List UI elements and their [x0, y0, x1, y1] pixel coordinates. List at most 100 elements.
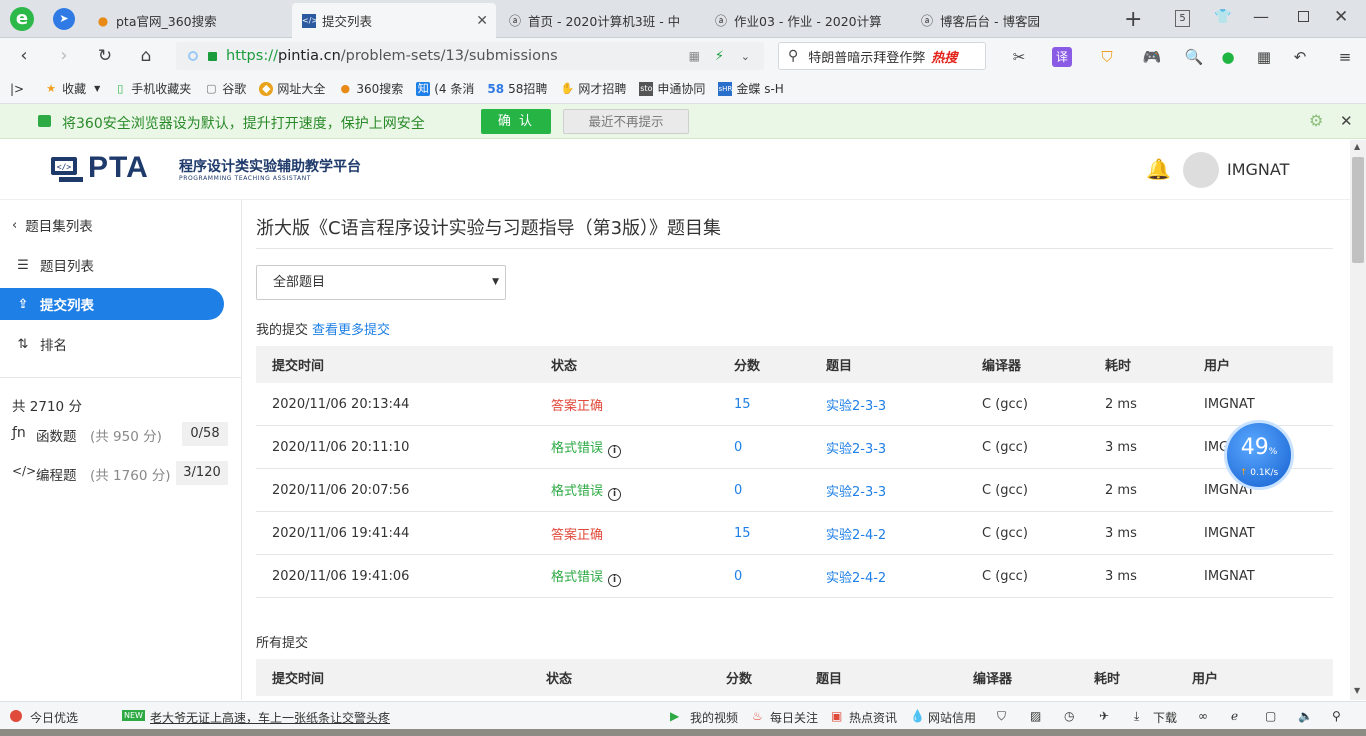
tab-homework[interactable]: ⓐ 作业03 - 作业 - 2020计算: [704, 3, 908, 38]
network-speed-widget[interactable]: 49% ↑ 0.1K/s: [1224, 420, 1294, 490]
logo-text[interactable]: PTA: [88, 151, 149, 185]
skin-icon[interactable]: 👕: [1214, 9, 1231, 25]
back-icon[interactable]: ‹: [12, 44, 36, 68]
zoom-icon[interactable]: ⚲: [1332, 709, 1341, 723]
translate-icon[interactable]: 译: [1052, 47, 1072, 67]
sidebar-item-problems[interactable]: ☰ 题目列表: [0, 249, 224, 281]
cell-score[interactable]: 0: [734, 440, 742, 455]
cell-score[interactable]: 0: [734, 569, 742, 584]
reload-icon[interactable]: ↻: [93, 44, 117, 68]
home-icon[interactable]: ⌂: [134, 44, 158, 68]
sidebar-toggle-icon[interactable]: |>: [10, 82, 24, 96]
username[interactable]: IMGNAT: [1227, 160, 1289, 179]
scrollbar-thumb[interactable]: [1352, 157, 1364, 263]
settings-gear-icon[interactable]: ⚙: [1309, 111, 1323, 130]
cell-status[interactable]: 格式错误 i: [551, 480, 622, 501]
shield-icon[interactable]: ⛉: [1097, 47, 1117, 67]
menu-icon[interactable]: ≡: [1335, 47, 1355, 67]
qr-code-icon[interactable]: ▦: [689, 49, 700, 63]
sidebar-item-back[interactable]: ‹ 题目集列表: [0, 209, 224, 241]
close-infobar-icon[interactable]: ✕: [1340, 112, 1353, 130]
status-daily-focus[interactable]: 每日关注: [770, 709, 818, 726]
minimize-icon[interactable]: —: [1253, 7, 1269, 26]
address-bar[interactable]: https://pintia.cn/problem-sets/13/submis…: [176, 42, 764, 70]
bookmark-zhihu[interactable]: 知 (4 条消: [416, 80, 474, 97]
image-icon[interactable]: ▨: [1030, 709, 1041, 723]
bookmark-kingdee[interactable]: sHR 金蝶 s-H: [718, 80, 784, 97]
download-icon[interactable]: ⤓: [1134, 709, 1139, 724]
apps-grid-icon[interactable]: ▦: [1254, 47, 1274, 67]
cell-problem[interactable]: 实验2-3-3: [826, 481, 886, 500]
glasses-icon[interactable]: ∞: [1198, 709, 1208, 723]
browser-logo-icon[interactable]: e: [10, 7, 34, 31]
info-icon[interactable]: i: [608, 487, 622, 501]
cell-problem[interactable]: 实验2-4-2: [826, 567, 886, 586]
bookmark-google[interactable]: ▢ 谷歌: [204, 80, 246, 97]
tab-homepage[interactable]: ⓐ 首页 - 2020计算机3班 - 中: [498, 3, 702, 38]
navigate-icon[interactable]: ➤: [53, 8, 75, 30]
cell-problem[interactable]: 实验2-3-3: [826, 395, 886, 414]
status-my-videos[interactable]: 我的视频: [690, 709, 738, 726]
rocket-icon[interactable]: ✈: [1099, 709, 1109, 723]
chevron-down-icon[interactable]: ⌄: [741, 50, 750, 63]
info-icon[interactable]: i: [608, 573, 622, 587]
status-hot-news[interactable]: 热点资讯: [849, 709, 897, 726]
undo-icon[interactable]: ↶: [1290, 47, 1310, 67]
download-label[interactable]: 下载: [1153, 709, 1177, 726]
category-function[interactable]: ƒn 函数题 (共 950 分) 0/58: [12, 422, 228, 446]
scissors-icon[interactable]: ✂: [1009, 47, 1029, 67]
bookmark-sto[interactable]: sto 申通协同: [639, 80, 705, 97]
scroll-up-icon[interactable]: ▲: [1354, 142, 1360, 151]
cell-status[interactable]: 格式错误 i: [551, 566, 622, 587]
avatar[interactable]: [1183, 152, 1219, 188]
tab-blog-admin[interactable]: ⓐ 博客后台 - 博客园: [910, 3, 1114, 38]
bookmark-mobile[interactable]: ▯ 手机收藏夹: [113, 80, 191, 97]
speedup-icon[interactable]: ⚡: [715, 49, 724, 64]
close-tab-icon[interactable]: ✕: [476, 13, 488, 29]
today-pick[interactable]: 今日优选: [30, 709, 78, 726]
tab-360-search[interactable]: ● pta官网_360搜索: [86, 3, 290, 38]
search-box[interactable]: ⚲ 特朗普暗示拜登作弊 热搜: [778, 42, 986, 70]
shield-icon[interactable]: ⛉: [997, 709, 1006, 724]
bookmark-nav[interactable]: ◆ 网址大全: [259, 80, 325, 97]
tab-count-button[interactable]: 5: [1175, 10, 1190, 27]
category-programming[interactable]: </> 编程题 (共 1760 分) 3/120: [12, 461, 228, 485]
dismiss-reminder-button[interactable]: 最近不再提示: [563, 109, 689, 134]
cell-problem[interactable]: 实验2-3-3: [826, 438, 886, 457]
cell-score[interactable]: 15: [734, 526, 751, 541]
game-icon[interactable]: 🎮: [1142, 47, 1162, 67]
volume-icon[interactable]: 🔈: [1298, 709, 1313, 723]
more-submissions-link[interactable]: 查看更多提交: [312, 323, 390, 338]
cell-status[interactable]: 答案正确: [551, 524, 603, 543]
window-icon[interactable]: ▢: [1265, 709, 1276, 723]
wechat-icon[interactable]: ●: [1218, 47, 1238, 67]
forward-icon[interactable]: ›: [52, 44, 76, 68]
confirm-default-button[interactable]: 确 认: [481, 109, 551, 134]
ie-icon[interactable]: ℯ: [1231, 709, 1238, 723]
cell-problem[interactable]: 实验2-4-2: [826, 524, 886, 543]
news-ticker[interactable]: 老大爷无证上高速，车上一张纸条让交警头疼: [150, 709, 390, 726]
sidebar-item-submissions[interactable]: ⇪ 提交列表: [0, 288, 224, 320]
close-window-icon[interactable]: ✕: [1334, 7, 1348, 27]
bookmark-wangcai[interactable]: ✋ 网才招聘: [560, 80, 627, 97]
bookmark-360[interactable]: ● 360搜索: [338, 80, 404, 97]
cell-score[interactable]: 15: [734, 397, 751, 412]
magnifier-icon[interactable]: 🔍: [1184, 47, 1204, 67]
pta-logo-icon[interactable]: </>: [50, 155, 84, 183]
status-site-credit[interactable]: 网站信用: [928, 709, 976, 726]
bookmark-58[interactable]: 58 58招聘: [487, 80, 547, 97]
new-tab-icon[interactable]: +: [1124, 7, 1142, 32]
cell-status[interactable]: 答案正确: [551, 395, 603, 414]
problem-filter-select[interactable]: 全部题目 ▼: [256, 265, 506, 300]
restore-icon[interactable]: [1298, 11, 1309, 22]
info-icon[interactable]: i: [608, 444, 622, 458]
tab-submissions[interactable]: </> 提交列表 ✕: [292, 3, 496, 38]
scroll-down-icon[interactable]: ▼: [1354, 686, 1360, 695]
cell-score[interactable]: 0: [734, 483, 742, 498]
sidebar-item-ranking[interactable]: ⇅ 排名: [0, 328, 224, 360]
cell-status[interactable]: 格式错误 i: [551, 437, 622, 458]
search-input[interactable]: 特朗普暗示拜登作弊: [808, 47, 925, 66]
notification-bell-icon[interactable]: 🔔: [1146, 157, 1171, 181]
history-icon[interactable]: ◷: [1064, 709, 1074, 723]
bookmark-favorites[interactable]: ★ 收藏 ▼: [44, 80, 100, 97]
